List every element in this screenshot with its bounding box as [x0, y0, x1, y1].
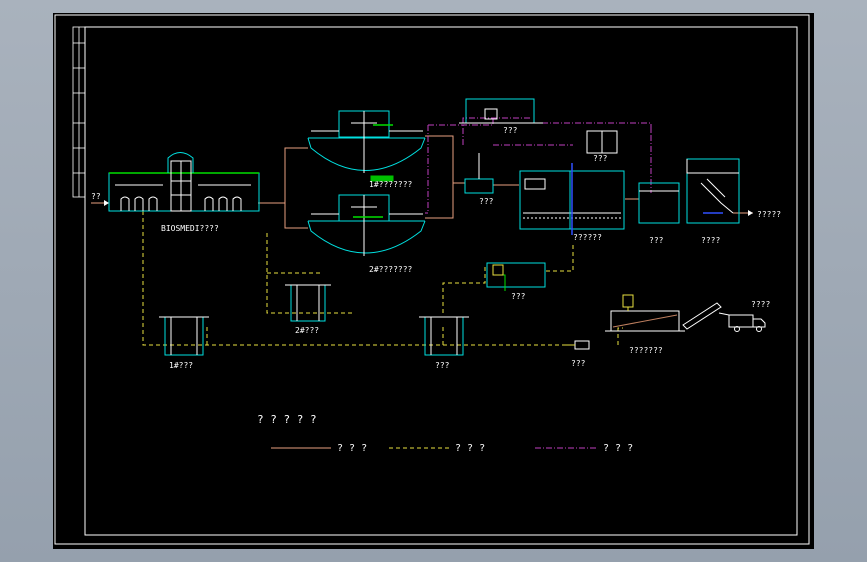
label-dewatering: ???????	[629, 346, 663, 355]
bio-pool-building	[108, 152, 260, 212]
inner-frame	[84, 26, 798, 536]
label-outlet: ?????	[757, 210, 781, 219]
truck-icon	[718, 312, 766, 332]
legend-label-air: ? ? ?	[603, 443, 633, 454]
legend-label-water: ? ? ?	[337, 443, 367, 454]
sludge-pump	[563, 340, 590, 350]
legend-label-sludge: ? ? ?	[455, 443, 485, 454]
label-sludge-pump: ???	[571, 359, 586, 368]
label-bio-pool: BIOSMEDI????	[161, 224, 219, 233]
cad-viewport[interactable]: ?? BIOSMEDI???? 1#??????? 2#??????? ??? …	[0, 0, 867, 562]
label-inlet: ??	[91, 192, 101, 201]
clarifier-2	[307, 194, 426, 256]
label-sludge-well: ???	[435, 361, 450, 370]
sludge-pit-small	[486, 262, 546, 291]
process-flow-drawing: ?? BIOSMEDI???? 1#??????? 2#??????? ??? …	[54, 14, 810, 545]
label-pump-well-2: 2#???	[295, 326, 319, 335]
outlet-room	[686, 158, 740, 224]
pump-house	[459, 98, 543, 124]
label-outlet-room: ????	[701, 236, 720, 245]
label-filter-pool: ??????	[573, 233, 602, 242]
filter-pool	[519, 163, 625, 235]
pump-well-1	[159, 316, 209, 356]
label-pump-well-1: 1#???	[169, 361, 193, 370]
label-dosing-tank: ???	[479, 197, 494, 206]
blower-room	[586, 130, 618, 154]
sludge-well	[419, 316, 469, 356]
dosing-tank	[464, 153, 494, 194]
side-title-strip	[72, 26, 86, 198]
label-clarifier-2: 2#???????	[369, 265, 413, 274]
legend-title: ? ? ? ? ?	[257, 413, 317, 426]
drawing-sheet: ?? BIOSMEDI???? 1#??????? 2#??????? ??? …	[53, 13, 814, 549]
clarifier-1	[307, 110, 426, 182]
disinfection-tank	[638, 182, 680, 224]
dewatering-machine	[605, 294, 722, 332]
legend: ? ? ? ? ? ? ? ? ? ? ? ? ? ?	[257, 413, 633, 454]
label-truck: ????	[751, 300, 770, 309]
pump-well-2	[285, 284, 331, 322]
label-pump-house: ???	[503, 126, 518, 135]
label-clarifier-1: 1#???????	[369, 180, 413, 189]
label-blower-room: ???	[593, 154, 608, 163]
outer-frame	[54, 14, 810, 545]
label-sludge-pit: ???	[511, 292, 526, 301]
label-disinfection: ???	[649, 236, 664, 245]
